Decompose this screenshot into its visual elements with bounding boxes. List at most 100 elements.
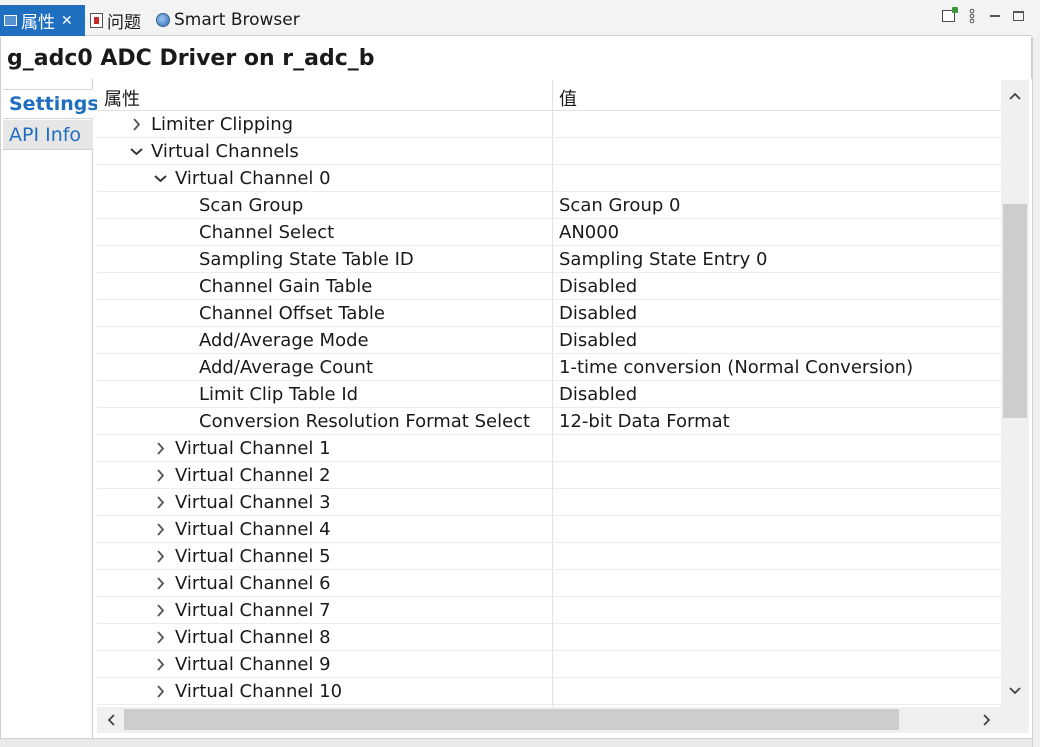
table-row[interactable]: Virtual Channel 1	[97, 435, 1001, 462]
view-title: g_adc0 ADC Driver on r_adc_b	[0, 37, 1032, 79]
bottom-frame-edge	[0, 738, 1032, 747]
table-row[interactable]: Virtual Channel 6	[97, 570, 1001, 597]
minimize-button[interactable]	[987, 8, 1003, 24]
chevron-down-icon	[1009, 687, 1021, 695]
table-header: 属性 值	[97, 80, 1001, 111]
property-name: Virtual Channel 3	[175, 492, 331, 513]
table-row[interactable]: Virtual Channel 10	[97, 678, 1001, 705]
property-value[interactable]: Disabled	[559, 303, 637, 324]
property-name: Sampling State Table ID	[199, 249, 414, 270]
property-name: Channel Select	[199, 222, 335, 243]
scroll-left-button[interactable]	[99, 710, 123, 730]
property-name: Add/Average Count	[199, 357, 374, 378]
property-name: Limit Clip Table Id	[199, 384, 359, 405]
property-name: Virtual Channels	[151, 141, 299, 162]
horizontal-scrollbar[interactable]	[97, 707, 1001, 733]
tab-problems-label: 问题	[107, 12, 141, 33]
chevron-right-icon[interactable]	[151, 547, 169, 565]
maximize-button[interactable]	[1010, 8, 1026, 24]
property-name: Virtual Channel 10	[175, 681, 343, 702]
chevron-right-icon[interactable]	[127, 115, 145, 133]
table-row[interactable]: Add/Average Mode Disabled	[97, 327, 1001, 354]
table-row[interactable]: Virtual Channels	[97, 138, 1001, 165]
close-icon[interactable]: ✕	[61, 13, 73, 29]
property-value[interactable]: 12-bit Data Format	[559, 411, 730, 432]
outer-frame-edge	[1032, 37, 1040, 747]
table-row[interactable]: Add/Average Count 1-time conversion (Norm…	[97, 354, 1001, 381]
property-value[interactable]: Disabled	[559, 330, 637, 351]
property-name: Conversion Resolution Format Select	[199, 411, 531, 432]
chevron-right-icon[interactable]	[151, 628, 169, 646]
chevron-down-icon[interactable]	[127, 142, 145, 160]
scrollbar-corner	[1001, 707, 1029, 733]
chevron-left-icon	[107, 714, 115, 726]
chevron-right-icon[interactable]	[151, 520, 169, 538]
table-row[interactable]: Virtual Channel 2	[97, 462, 1001, 489]
globe-icon	[156, 13, 170, 27]
property-value[interactable]: Disabled	[559, 384, 637, 405]
minimize-icon	[990, 15, 1000, 17]
table-row[interactable]: Channel Offset Table Disabled	[97, 300, 1001, 327]
property-value[interactable]: Sampling State Entry 0	[559, 249, 767, 270]
table-row[interactable]: Virtual Channel 4	[97, 516, 1001, 543]
property-value[interactable]: Scan Group 0	[559, 195, 680, 216]
vertical-scroll-thumb[interactable]	[1003, 204, 1027, 418]
table-row[interactable]: Scan Group Scan Group 0	[97, 192, 1001, 219]
chevron-up-icon	[1009, 92, 1021, 100]
property-name: Virtual Channel 0	[175, 168, 331, 189]
chevron-right-icon	[983, 714, 991, 726]
property-name: Limiter Clipping	[151, 114, 294, 135]
horizontal-scroll-thumb[interactable]	[124, 709, 899, 730]
open-new-window-button[interactable]	[940, 7, 958, 24]
property-table: 属性 值 Limiter Clipping Virtual Channels Vir…	[97, 80, 1001, 707]
table-row[interactable]: Limit Clip Table Id Disabled	[97, 381, 1001, 408]
property-name: Virtual Channel 9	[175, 654, 331, 675]
side-tab-settings[interactable]: Settings	[3, 89, 99, 119]
property-name: Channel Offset Table	[199, 303, 385, 324]
chevron-right-icon[interactable]	[151, 439, 169, 457]
side-tab-panel: Settings API Info	[0, 79, 99, 741]
property-name: Virtual Channel 4	[175, 519, 331, 540]
property-name: Virtual Channel 8	[175, 627, 331, 648]
tab-problems[interactable]: 问题	[90, 6, 141, 34]
property-value[interactable]: Disabled	[559, 276, 637, 297]
scroll-down-button[interactable]	[1003, 681, 1027, 701]
vertical-scrollbar[interactable]	[1001, 80, 1029, 707]
chevron-right-icon[interactable]	[151, 655, 169, 673]
table-row[interactable]: Channel Select AN000	[97, 219, 1001, 246]
table-row[interactable]: Virtual Channel 5	[97, 543, 1001, 570]
column-header-value[interactable]: 值	[559, 85, 577, 111]
view-menu-button[interactable]	[964, 8, 980, 24]
property-value[interactable]: 1-time conversion (Normal Conversion)	[559, 357, 913, 378]
table-row[interactable]: Conversion Resolution Format Select 12-bi…	[97, 408, 1001, 435]
scroll-right-button[interactable]	[975, 710, 999, 730]
tab-properties[interactable]: 属性 ✕	[0, 5, 85, 36]
table-row[interactable]: Channel Gain Table Disabled	[97, 273, 1001, 300]
table-row[interactable]: Limiter Clipping	[97, 111, 1001, 138]
table-row[interactable]: Virtual Channel 3	[97, 489, 1001, 516]
table-row[interactable]: Virtual Channel 8	[97, 624, 1001, 651]
chevron-right-icon[interactable]	[151, 466, 169, 484]
side-tab-api-info[interactable]: API Info	[3, 120, 93, 150]
scroll-up-button[interactable]	[1003, 86, 1027, 106]
chevron-right-icon[interactable]	[151, 493, 169, 511]
column-header-property[interactable]: 属性	[104, 85, 140, 111]
table-row[interactable]: Virtual Channel 0	[97, 165, 1001, 192]
property-name: Virtual Channel 5	[175, 546, 331, 567]
property-name: Virtual Channel 7	[175, 600, 331, 621]
tab-smart-browser[interactable]: Smart Browser	[156, 6, 300, 34]
table-row[interactable]: Sampling State Table ID Sampling State En…	[97, 246, 1001, 273]
chevron-right-icon[interactable]	[151, 682, 169, 700]
table-row[interactable]: Virtual Channel 7	[97, 597, 1001, 624]
chevron-right-icon[interactable]	[151, 574, 169, 592]
properties-icon	[4, 15, 17, 26]
problems-icon	[90, 12, 103, 28]
property-value[interactable]: AN000	[559, 222, 619, 243]
chevron-down-icon[interactable]	[151, 169, 169, 187]
property-name: Add/Average Mode	[199, 330, 369, 351]
chevron-right-icon[interactable]	[151, 601, 169, 619]
maximize-icon	[1012, 11, 1024, 21]
tab-smart-browser-label: Smart Browser	[174, 10, 300, 30]
table-row[interactable]: Virtual Channel 9	[97, 651, 1001, 678]
property-name: Scan Group	[199, 195, 304, 216]
